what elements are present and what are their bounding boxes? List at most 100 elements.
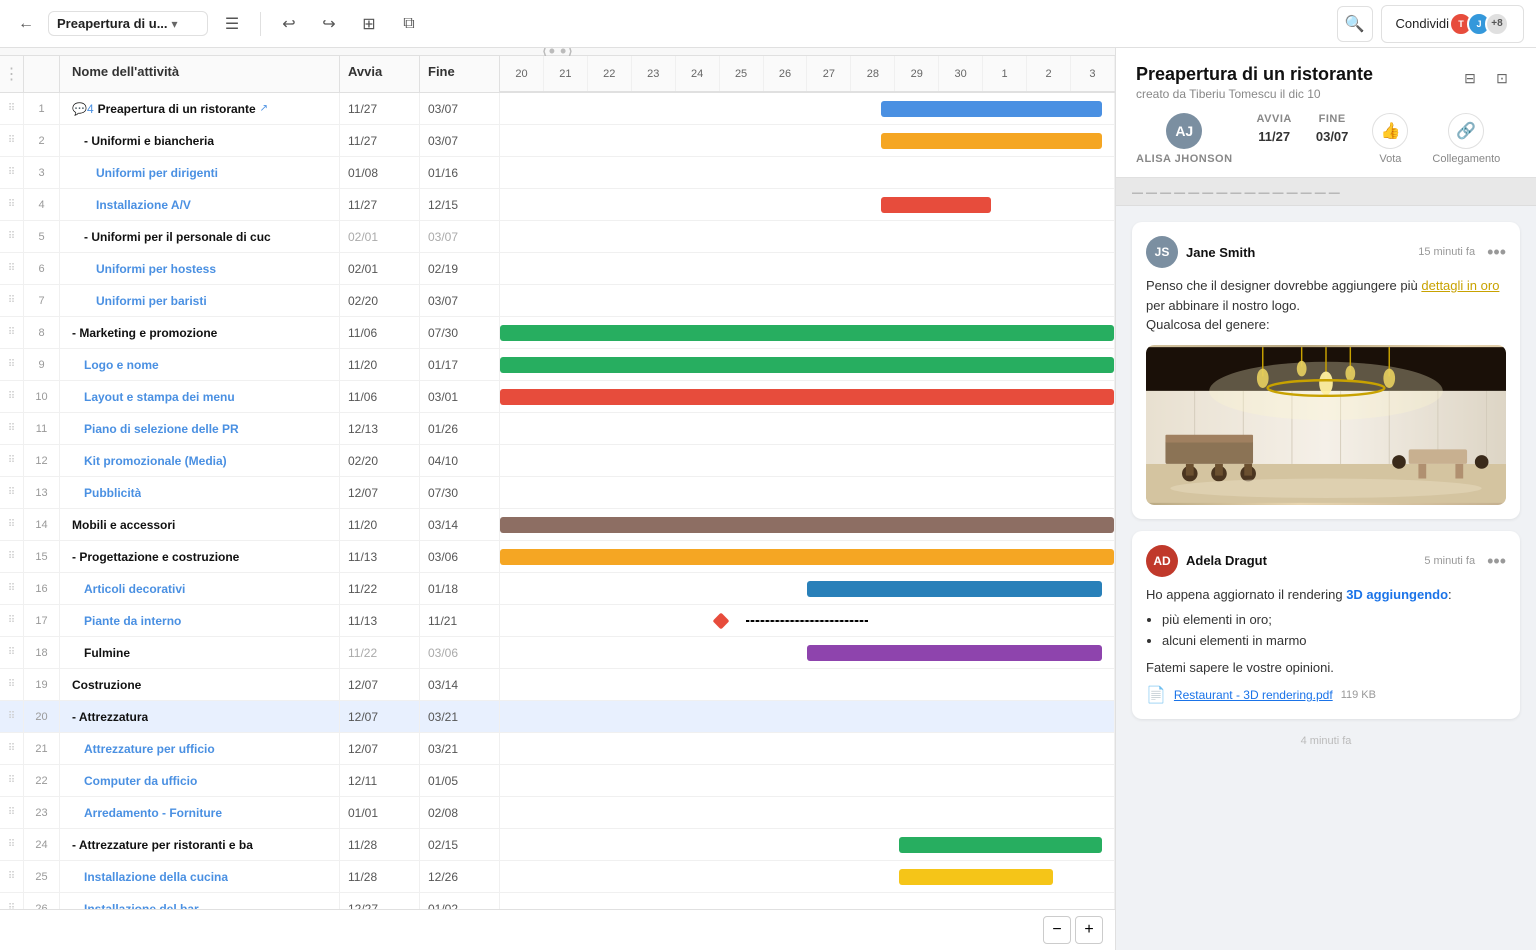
table-row[interactable]: ⠿7Uniformi per baristi02/2003/07 [0, 285, 1115, 317]
avvia-col-header: Avvia [340, 56, 420, 92]
row-drag-handle[interactable]: ⠿ [0, 413, 24, 444]
file-name[interactable]: Restaurant - 3D rendering.pdf [1174, 688, 1333, 702]
table-row[interactable]: ⠿1💬4Preapertura di un ristorante↗11/2703… [0, 93, 1115, 125]
table-row[interactable]: ⠿15- Progettazione e costruzione11/1303/… [0, 541, 1115, 573]
table-row[interactable]: ⠿18Fulmine11/2203/06 [0, 637, 1115, 669]
collegamento-button[interactable]: 🔗 Collegamento [1432, 113, 1500, 165]
table-row[interactable]: ⠿25Installazione della cucina11/2812/26 [0, 861, 1115, 893]
back-button[interactable]: ← [12, 10, 40, 38]
row-drag-handle[interactable]: ⠿ [0, 829, 24, 860]
table-row[interactable]: ⠿20- Attrezzatura12/0703/21 [0, 701, 1115, 733]
row-drag-handle[interactable]: ⠿ [0, 285, 24, 316]
external-link-icon[interactable]: ↗ [260, 103, 268, 114]
row-drag-handle[interactable]: ⠿ [0, 253, 24, 284]
row-fine-cell: 03/07 [420, 285, 500, 316]
comment-bubble-icon[interactable]: 💬4 [72, 102, 94, 116]
row-number: 6 [24, 253, 60, 284]
view2-button[interactable]: ⧉ [393, 8, 425, 40]
row-drag-handle[interactable]: ⠿ [0, 381, 24, 412]
row-name-cell: Layout e stampa dei menu [60, 381, 340, 412]
row-drag-handle[interactable]: ⠿ [0, 445, 24, 476]
row-name-label: Layout e stampa dei menu [84, 390, 235, 404]
row-drag-handle[interactable]: ⠿ [0, 637, 24, 668]
table-row[interactable]: ⠿12Kit promozionale (Media)02/2004/10 [0, 445, 1115, 477]
table-row[interactable]: ⠿13Pubblicità12/0707/30 [0, 477, 1115, 509]
main-content: ⟨• •⟩ ⋮ Nome dell'attività Avvia Fine 20… [0, 48, 1536, 950]
gantt-date-26: 26 [764, 56, 808, 91]
table-row[interactable]: ⠿4Installazione A/V11/2712/15 [0, 189, 1115, 221]
drag-dots-icon: ⠿ [8, 775, 15, 786]
menu-button[interactable]: ☰ [216, 8, 248, 40]
row-drag-handle[interactable]: ⠿ [0, 349, 24, 380]
row-fine-value: 03/21 [428, 742, 458, 756]
table-row[interactable]: ⠿14Mobili e accessori11/2003/14 [0, 509, 1115, 541]
row-drag-handle[interactable]: ⠿ [0, 221, 24, 252]
view1-button[interactable]: ⊞ [353, 8, 385, 40]
row-fine-value: 01/05 [428, 774, 458, 788]
toolbar: ← Preapertura di u... ▾ ☰ ↩ ↪ ⊞ ⧉ 🔍 Cond… [0, 0, 1536, 48]
row-drag-handle[interactable]: ⠿ [0, 125, 24, 156]
table-row[interactable]: ⠿17Piante da interno11/1311/21 [0, 605, 1115, 637]
table-row[interactable]: ⠿16Articoli decorativi11/2201/18 [0, 573, 1115, 605]
row-drag-handle[interactable]: ⠿ [0, 477, 24, 508]
row-avvia-cell: 11/27 [340, 189, 420, 220]
table-row[interactable]: ⠿21Attrezzature per ufficio12/0703/21 [0, 733, 1115, 765]
row-drag-handle[interactable]: ⠿ [0, 605, 24, 636]
undo-button[interactable]: ↩ [273, 8, 305, 40]
zoom-out-button[interactable]: − [1043, 916, 1071, 944]
table-row[interactable]: ⠿24- Attrezzature per ristoranti e ba11/… [0, 829, 1115, 861]
gantt-date-2: 2 [1027, 56, 1071, 91]
title-area[interactable]: Preapertura di u... ▾ [48, 11, 208, 36]
table-row[interactable]: ⠿6Uniformi per hostess02/0102/19 [0, 253, 1115, 285]
row-drag-handle[interactable]: ⠿ [0, 893, 24, 909]
row-drag-handle[interactable]: ⠿ [0, 797, 24, 828]
row-drag-handle[interactable]: ⠿ [0, 861, 24, 892]
row-drag-handle[interactable]: ⠿ [0, 189, 24, 220]
row-fine-value: 04/10 [428, 454, 458, 468]
vote-button[interactable]: 👍 Vota [1372, 113, 1408, 165]
more-options-2[interactable]: ••• [1483, 552, 1506, 570]
share-button[interactable]: Condividi T J +8 [1381, 5, 1524, 43]
expand-button[interactable]: ⊡ [1488, 64, 1516, 92]
row-drag-handle[interactable]: ⠿ [0, 541, 24, 572]
gantt-body[interactable]: ⠿1💬4Preapertura di un ristorante↗11/2703… [0, 93, 1115, 909]
table-row[interactable]: ⠿10Layout e stampa dei menu11/0603/01 [0, 381, 1115, 413]
table-row[interactable]: ⠿9Logo e nome11/2001/17 [0, 349, 1115, 381]
row-drag-handle[interactable]: ⠿ [0, 317, 24, 348]
table-row[interactable]: ⠿19Costruzione12/0703/14 [0, 669, 1115, 701]
file-size: 119 KB [1341, 689, 1376, 701]
drag-dots-icon: ⠿ [8, 871, 15, 882]
table-row[interactable]: ⠿5- Uniformi per il personale di cuc02/0… [0, 221, 1115, 253]
resize-bar[interactable]: ⟨• •⟩ [0, 48, 1115, 56]
gold-details-link[interactable]: dettagli in oro [1421, 278, 1499, 293]
table-row[interactable]: ⠿26Installazione del bar12/2701/02 [0, 893, 1115, 909]
row-drag-handle[interactable]: ⠿ [0, 733, 24, 764]
drag-dots-icon: ⠿ [8, 295, 15, 306]
row-drag-handle[interactable]: ⠿ [0, 157, 24, 188]
row-drag-handle[interactable]: ⠿ [0, 573, 24, 604]
table-row[interactable]: ⠿22Computer da ufficio12/1101/05 [0, 765, 1115, 797]
row-drag-handle[interactable]: ⠿ [0, 765, 24, 796]
3d-link[interactable]: 3D aggiungendo [1346, 587, 1448, 602]
zoom-in-button[interactable]: + [1075, 916, 1103, 944]
row-drag-handle[interactable]: ⠿ [0, 701, 24, 732]
table-row[interactable]: ⠿23Arredamento - Forniture01/0102/08 [0, 797, 1115, 829]
table-row[interactable]: ⠿8- Marketing e promozione11/0607/30 [0, 317, 1115, 349]
comments-area[interactable]: JS Jane Smith 15 minuti fa ••• Penso che… [1116, 206, 1536, 950]
row-drag-handle[interactable]: ⠿ [0, 93, 24, 124]
row-name-cell: Installazione del bar [60, 893, 340, 909]
row-name-label: Installazione A/V [96, 198, 191, 212]
table-row[interactable]: ⠿2- Uniformi e biancheria11/2703/07 [0, 125, 1115, 157]
row-name-cell: - Marketing e promozione [60, 317, 340, 348]
more-options-1[interactable]: ••• [1483, 243, 1506, 261]
avvia-meta-label: Avvia [1257, 113, 1292, 125]
row-drag-handle[interactable]: ⠿ [0, 509, 24, 540]
table-row[interactable]: ⠿11Piano di selezione delle PR12/1301/26 [0, 413, 1115, 445]
minimize-button[interactable]: ⊟ [1456, 64, 1484, 92]
redo-button[interactable]: ↪ [313, 8, 345, 40]
row-gantt-cell [500, 317, 1115, 348]
table-row[interactable]: ⠿3Uniformi per dirigenti01/0801/16 [0, 157, 1115, 189]
row-number: 9 [24, 349, 60, 380]
row-drag-handle[interactable]: ⠿ [0, 669, 24, 700]
search-button[interactable]: 🔍 [1337, 6, 1373, 42]
